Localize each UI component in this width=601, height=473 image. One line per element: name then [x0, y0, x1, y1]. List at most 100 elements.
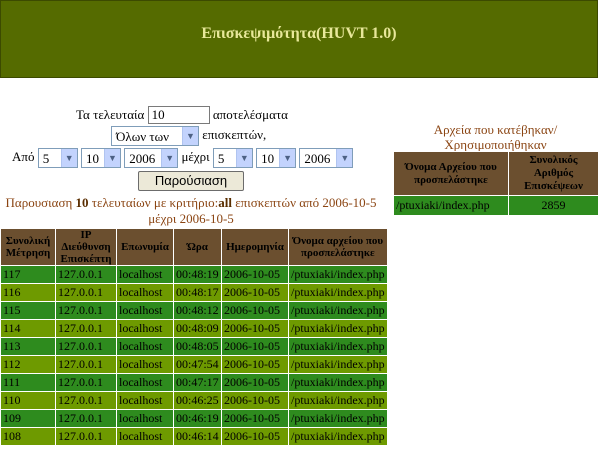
date-cell: 2006-10-05 [221, 283, 289, 302]
from-month-select[interactable]: 10 ▼ [80, 148, 121, 168]
files-title: Αρχεία που κατέβηκαν/Χρησιμοποιήθηκαν [433, 122, 558, 152]
file-name-cell: /ptuxiaki/index.php [393, 195, 509, 216]
ip-cell: 127.0.0.1 [55, 427, 117, 446]
visitor-filter-select[interactable]: Όλων των ▼ [111, 126, 199, 146]
date-cell: 2006-10-05 [221, 337, 289, 356]
hostname-cell: localhost [116, 391, 174, 410]
table-row: 115 127.0.0.1 localhost 00:48:12 2006-10-05/… [0, 301, 388, 320]
chevron-down-icon: ▼ [279, 149, 296, 167]
date-cell: 2006-10-05 [221, 409, 289, 428]
hostname-cell: localhost [116, 319, 174, 338]
time-cell: 00:48:19 [173, 265, 222, 284]
ip-cell: 127.0.0.1 [55, 373, 117, 392]
date-cell: 2006-10-05 [221, 391, 289, 410]
date-cell: 2006-10-05 [221, 427, 289, 446]
time-cell: 00:48:12 [173, 301, 222, 320]
column-header: Ημερομηνία [221, 228, 289, 266]
column-header: Ώρα [173, 228, 222, 266]
column-header: Όνομα Αρχείου που προσπελάστηκε [393, 151, 509, 196]
ip-cell: 127.0.0.1 [55, 355, 117, 374]
visitor-filter-row: Όλων των ▼ επισκεπτών, [111, 126, 266, 146]
file-cell: /ptuxiaki/index.php [288, 319, 388, 338]
total-count-cell: 109 [0, 409, 56, 428]
to-month-select[interactable]: 10 ▼ [256, 148, 297, 168]
until-label: μέχρι [181, 148, 210, 164]
column-header: Επωνυμία [116, 228, 174, 266]
page-title: Επισκεψιμότητα(HUVT 1.0) [201, 25, 397, 42]
time-cell: 00:48:05 [173, 337, 222, 356]
chevron-down-icon: ▼ [161, 149, 178, 167]
file-cell: /ptuxiaki/index.php [288, 427, 388, 446]
last-count-input[interactable] [147, 106, 210, 124]
visits-header-row: Συνολική Μέτρηση IP Διεύθυνση Επισκέπτη … [0, 228, 388, 266]
visits-table: Συνολική Μέτρηση IP Διεύθυνση Επισκέπτη … [0, 228, 388, 446]
ip-cell: 127.0.0.1 [55, 391, 117, 410]
file-cell: /ptuxiaki/index.php [288, 301, 388, 320]
hostname-cell: localhost [116, 427, 174, 446]
hostname-cell: localhost [116, 355, 174, 374]
file-cell: /ptuxiaki/index.php [288, 283, 388, 302]
table-row: 117 127.0.0.1 localhost 00:48:19 2006-10-05/… [0, 265, 388, 284]
column-header: Συνολικός Αριθμός Επισκέψεων [508, 151, 599, 196]
hostname-cell: localhost [116, 373, 174, 392]
total-count-cell: 114 [0, 319, 56, 338]
hostname-cell: localhost [116, 265, 174, 284]
visit-count-cell: 2859 [508, 195, 599, 216]
to-day-select[interactable]: 5 ▼ [212, 148, 253, 168]
column-header: Όνομα αρχείου που προσπελάστηκε [288, 228, 388, 266]
ip-cell: 127.0.0.1 [55, 301, 117, 320]
files-header-row: Όνομα Αρχείου που προσπελάστηκε Συνολικό… [393, 151, 599, 196]
date-range-row: Από 5 ▼ 10 ▼ 2006 ▼ μέχρι 5 ▼ 10 ▼ 2006 … [12, 148, 354, 168]
column-header: Συνολική Μέτρηση [0, 228, 56, 266]
table-row: 109 127.0.0.1 localhost 00:46:19 2006-10-05/… [0, 409, 388, 428]
date-cell: 2006-10-05 [221, 355, 289, 374]
file-cell: /ptuxiaki/index.php [288, 409, 388, 428]
chevron-down-icon: ▼ [235, 149, 252, 167]
date-cell: 2006-10-05 [221, 265, 289, 284]
time-cell: 00:46:14 [173, 427, 222, 446]
date-cell: 2006-10-05 [221, 373, 289, 392]
table-row: 116 127.0.0.1 localhost 00:48:17 2006-10-05/… [0, 283, 388, 302]
table-row: /ptuxiaki/index.php 2859 [393, 195, 599, 216]
file-cell: /ptuxiaki/index.php [288, 391, 388, 410]
time-cell: 00:47:54 [173, 355, 222, 374]
table-row: 113 127.0.0.1 localhost 00:48:05 2006-10-05/… [0, 337, 388, 356]
total-count-cell: 110 [0, 391, 56, 410]
time-cell: 00:48:09 [173, 319, 222, 338]
column-header: IP Διεύθυνση Επισκέπτη [55, 228, 117, 266]
table-row: 111 127.0.0.1 localhost 00:47:17 2006-10-05/… [0, 373, 388, 392]
last-label: Τα τελευταία [76, 107, 145, 122]
to-year-select[interactable]: 2006 ▼ [299, 148, 354, 168]
date-cell: 2006-10-05 [221, 301, 289, 320]
total-count-cell: 113 [0, 337, 56, 356]
file-cell: /ptuxiaki/index.php [288, 265, 388, 284]
total-count-cell: 111 [0, 373, 56, 392]
total-count-cell: 112 [0, 355, 56, 374]
hostname-cell: localhost [116, 301, 174, 320]
submit-button[interactable]: Παρούσιαση [138, 171, 244, 191]
total-count-cell: 117 [0, 265, 56, 284]
from-day-select[interactable]: 5 ▼ [37, 148, 78, 168]
chevron-down-icon: ▼ [60, 149, 77, 167]
file-cell: /ptuxiaki/index.php [288, 373, 388, 392]
results-label: αποτελέσματα [212, 107, 288, 122]
total-count-cell: 108 [0, 427, 56, 446]
last-results-row: Τα τελευταία αποτελέσματα [76, 106, 288, 124]
chevron-down-icon: ▼ [182, 127, 198, 145]
ip-cell: 127.0.0.1 [55, 409, 117, 428]
visitors-label: επισκεπτών, [202, 126, 267, 142]
hostname-cell: localhost [116, 409, 174, 428]
time-cell: 00:48:17 [173, 283, 222, 302]
from-label: Από [12, 148, 35, 164]
total-count-cell: 115 [0, 301, 56, 320]
ip-cell: 127.0.0.1 [55, 265, 117, 284]
from-year-select[interactable]: 2006 ▼ [124, 148, 179, 168]
page-header: Επισκεψιμότητα(HUVT 1.0) [0, 0, 598, 78]
table-row: 110 127.0.0.1 localhost 00:46:25 2006-10-05/… [0, 391, 388, 410]
table-row: 112 127.0.0.1 localhost 00:47:54 2006-10-05/… [0, 355, 388, 374]
time-cell: 00:46:19 [173, 409, 222, 428]
table-row: 114 127.0.0.1 localhost 00:48:09 2006-10-05/… [0, 319, 388, 338]
file-cell: /ptuxiaki/index.php [288, 355, 388, 374]
ip-cell: 127.0.0.1 [55, 319, 117, 338]
time-cell: 00:47:17 [173, 373, 222, 392]
